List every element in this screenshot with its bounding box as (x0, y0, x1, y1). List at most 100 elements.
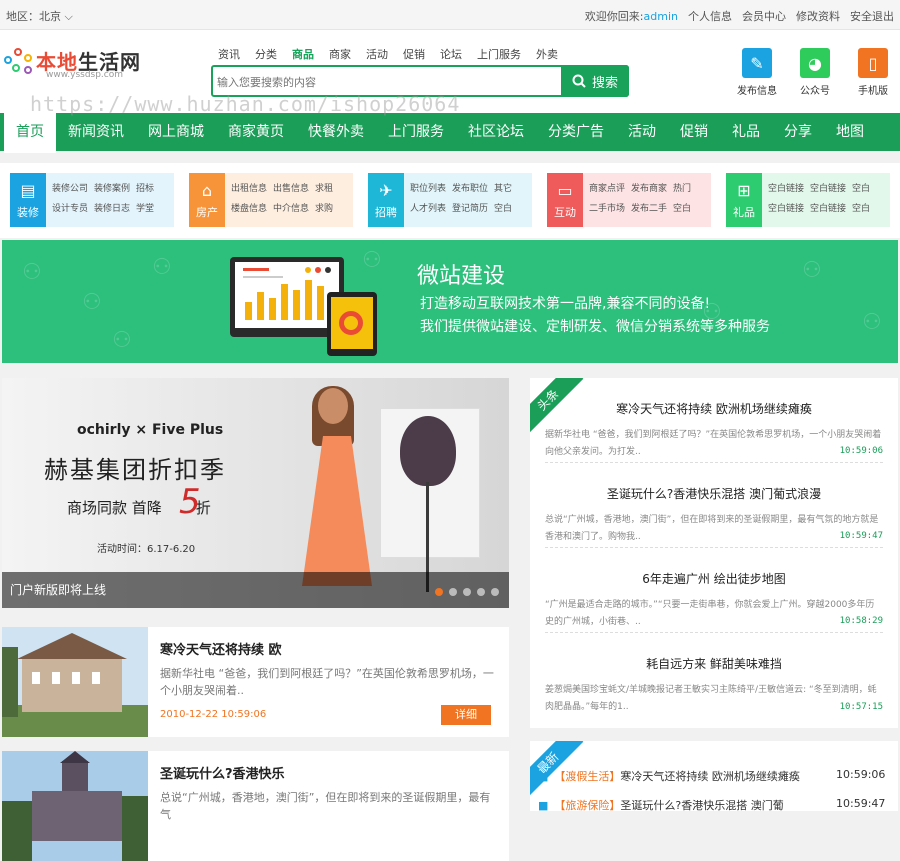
category-link[interactable]: 学堂 (136, 204, 154, 214)
category-link[interactable]: 发布商家 (631, 184, 667, 194)
category-link[interactable]: 空白 (494, 204, 512, 214)
nav-activity[interactable]: 活动 (616, 113, 668, 151)
search-tab-goods[interactable]: 商品 (292, 46, 314, 62)
edit-profile-link[interactable]: 修改资料 (796, 8, 840, 24)
category-tag-realestate[interactable]: ⌂ 房产 (189, 173, 225, 227)
category-link[interactable]: 楼盘信息 (231, 204, 267, 214)
search-input[interactable] (217, 73, 557, 91)
slider-dot[interactable] (463, 588, 471, 596)
category-link[interactable]: 商家点评 (589, 184, 625, 194)
search-tab-home-service[interactable]: 上门服务 (477, 46, 521, 62)
category-row: ▤ 装修 装修公司 装修案例 招标 设计专员 装修日志 学堂 ⌂ 房产 出租信息 出售信息 求租… (0, 163, 900, 238)
profile-link[interactable]: 个人信息 (688, 8, 732, 24)
nav-yellow-pages[interactable]: 商家黄页 (216, 113, 296, 151)
nav-takeout[interactable]: 快餐外卖 (296, 113, 376, 151)
headline-title[interactable]: 圣诞玩什么?香港快乐混搭 澳门葡式浪漫 (545, 485, 883, 502)
latest-title[interactable]: 寒冷天气还将持续 欧洲机场继续瘫痪 (620, 770, 800, 783)
category-link[interactable]: 装修公司 (52, 184, 88, 194)
category-link[interactable]: 求购 (315, 204, 333, 214)
latest-category[interactable]: 【渡假生活】 (554, 770, 620, 783)
nav-forum[interactable]: 社区论坛 (456, 113, 536, 151)
category-link[interactable]: 发布二手 (631, 204, 667, 214)
category-link[interactable]: 设计专员 (52, 204, 88, 214)
site-logo[interactable]: 本地生活网 www.yssdsp.com (4, 42, 154, 92)
nav-mall[interactable]: 网上商城 (136, 113, 216, 151)
member-center-link[interactable]: 会员中心 (742, 8, 786, 24)
mobile-button[interactable]: ▯ 手机版 (852, 48, 894, 97)
category-link[interactable]: 登记简历 (452, 204, 488, 214)
details-button[interactable]: 详细 (441, 705, 491, 725)
nav-share[interactable]: 分享 (772, 113, 824, 151)
slide-caption[interactable]: 门户新版即将上线 (2, 572, 509, 608)
search-tab-activity[interactable]: 活动 (366, 46, 388, 62)
region-selector[interactable]: 地区：北京 ⌵ (6, 8, 73, 24)
category-link[interactable]: 空白 (852, 204, 870, 214)
image-slider[interactable]: ochirly × Five Plus 赫基集团折扣季 商场同款 首降折 5 活… (2, 378, 509, 608)
category-link[interactable]: 招标 (136, 184, 154, 194)
category-link[interactable]: 职位列表 (410, 184, 446, 194)
latest-title[interactable]: 圣诞玩什么?香港快乐混搭 澳门葡 (620, 799, 783, 811)
headline-summary: 姜葱焗美国珍宝蚝文/羊城晚报记者王敏实习主陈绮平/王敏信道云: “冬至到清明，蚝… (545, 685, 877, 712)
category-link[interactable]: 二手市场 (589, 204, 625, 214)
nav-home[interactable]: 首页 (4, 113, 56, 153)
latest-category[interactable]: 【旅游保险】 (554, 799, 620, 811)
search-tab-news[interactable]: 资讯 (218, 46, 240, 62)
category-tag-interaction[interactable]: ▭ 互动 (547, 173, 583, 227)
article-time: 2010-12-22 10:59:06 (160, 709, 267, 720)
logout-link[interactable]: 安全退出 (850, 8, 894, 24)
slide-headline: 赫基集团折扣季 (44, 456, 226, 484)
search-tab-classified[interactable]: 分类 (255, 46, 277, 62)
article-card: 圣诞玩什么?香港快乐 总说“广州城，香港地，澳门街”，但在即将到来的圣诞假期里，… (2, 751, 509, 861)
search-tab-takeout[interactable]: 外卖 (536, 46, 558, 62)
search-button[interactable]: 搜索 (561, 65, 629, 97)
category-link[interactable]: 装修案例 (94, 184, 130, 194)
category-link[interactable]: 中介信息 (273, 204, 309, 214)
category-link[interactable]: 出售信息 (273, 184, 309, 194)
article-title[interactable]: 圣诞玩什么?香港快乐 (160, 763, 285, 782)
username-link[interactable]: admin (644, 10, 678, 23)
category-link[interactable]: 空白链接 (810, 204, 846, 214)
category-link[interactable]: 空白 (852, 184, 870, 194)
header-icons: ✎ 发布信息 ◕ 公众号 ▯ 手机版 (736, 48, 894, 97)
slider-dot[interactable] (435, 588, 443, 596)
article-thumbnail[interactable] (2, 627, 148, 737)
headline-title[interactable]: 寒冷天气还将持续 欧洲机场继续瘫痪 (545, 400, 883, 417)
nav-home-service[interactable]: 上门服务 (376, 113, 456, 151)
latest-item[interactable]: ■ 【旅游保险】圣诞玩什么?香港快乐混搭 澳门葡 10:59:47 (538, 797, 885, 811)
search-tab-merchant[interactable]: 商家 (329, 46, 351, 62)
category-link[interactable]: 装修日志 (94, 204, 130, 214)
category-link[interactable]: 空白链接 (768, 204, 804, 214)
category-link[interactable]: 人才列表 (410, 204, 446, 214)
slider-dot[interactable] (477, 588, 485, 596)
category-link[interactable]: 空白 (673, 204, 691, 214)
category-link[interactable]: 其它 (494, 184, 512, 194)
search-tab-forum[interactable]: 论坛 (440, 46, 462, 62)
nav-gift[interactable]: 礼品 (720, 113, 772, 151)
nav-map[interactable]: 地图 (824, 113, 876, 151)
category-link[interactable]: 空白链接 (810, 184, 846, 194)
article-thumbnail[interactable] (2, 751, 148, 861)
slider-dot[interactable] (491, 588, 499, 596)
publish-info-button[interactable]: ✎ 发布信息 (736, 48, 778, 97)
nav-news[interactable]: 新闻资讯 (56, 113, 136, 151)
nav-promotion[interactable]: 促销 (668, 113, 720, 151)
category-link[interactable]: 发布职位 (452, 184, 488, 194)
welcome-text: 欢迎你回来:admin (584, 10, 678, 23)
latest-item[interactable]: ■ 【渡假生活】寒冷天气还将持续 欧洲机场继续瘫痪 10:59:06 (538, 768, 885, 784)
slider-dot[interactable] (449, 588, 457, 596)
category-tag-decoration[interactable]: ▤ 装修 (10, 173, 46, 227)
search-tab-promotion[interactable]: 促销 (403, 46, 425, 62)
wechat-button[interactable]: ◕ 公众号 (794, 48, 836, 97)
category-link[interactable]: 空白链接 (768, 184, 804, 194)
promo-banner[interactable]: ⚇ ⚇ ⚇ ⚇ ⚇ ⚇ ⚇ ⚇ 微站建设 打造移动互联网技术第一品牌,兼容不同的… (2, 240, 898, 363)
category-link[interactable]: 求租 (315, 184, 333, 194)
article-title[interactable]: 寒冷天气还将持续 欧 (160, 639, 282, 658)
category-link[interactable]: 热门 (673, 184, 691, 194)
headline-title[interactable]: 6年走遍广州 绘出徒步地图 (545, 570, 883, 587)
headline-title[interactable]: 耗自远方来 鲜甜美味难挡 (545, 655, 883, 672)
people-icon: ⚇ (862, 310, 882, 335)
category-tag-gift[interactable]: ⊞ 礼品 (726, 173, 762, 227)
category-link[interactable]: 出租信息 (231, 184, 267, 194)
category-tag-jobs[interactable]: ✈ 招聘 (368, 173, 404, 227)
nav-classified[interactable]: 分类广告 (536, 113, 616, 151)
